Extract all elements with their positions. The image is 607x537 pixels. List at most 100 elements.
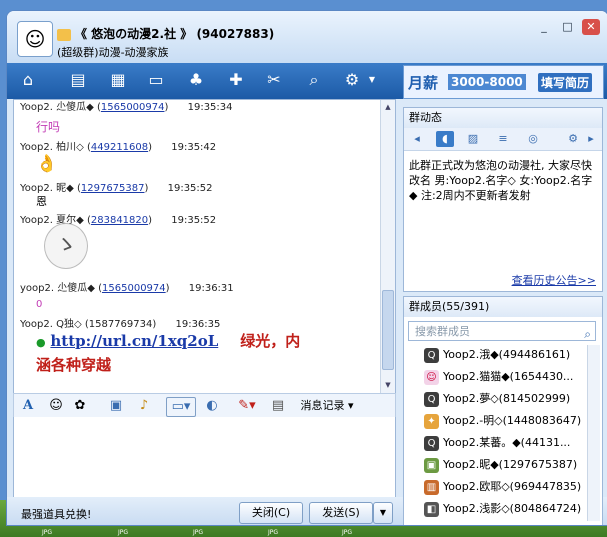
forward-icon[interactable]: ▸ [582, 131, 600, 147]
add-app-icon[interactable]: ✚ [223, 67, 249, 93]
title-bar[interactable]: ☺ 《 悠泡の动漫2.社 》 (94027883) (超级群)动漫-动漫家族 _… [7, 11, 607, 63]
group-chat-window: ☺ 《 悠泡の动漫2.社 》 (94027883) (超级群)动漫-动漫家族 _… [6, 10, 607, 526]
member-item[interactable]: ▥ Yoop2.欧耶◇(969447835) [424, 478, 581, 496]
screenshot-icon[interactable]: ▭▾ [166, 397, 196, 417]
close-button[interactable]: 关闭(C) [239, 502, 303, 524]
search-icon[interactable]: ⌕ [584, 324, 591, 344]
member-item[interactable]: ◧ Yoop2.浅影◇(804864724) [424, 500, 581, 518]
user-id-link[interactable]: 283841820 [91, 215, 148, 226]
user-id-link[interactable]: 1297675387 [81, 183, 145, 194]
message-header: Yoop2. 昵◆ (1297675387) 19:35:52 [20, 183, 213, 194]
home-icon[interactable]: ⌂ [15, 67, 41, 93]
scroll-thumb[interactable] [382, 290, 394, 370]
ad-salary: 3000-8000 [448, 74, 526, 90]
tool-icon[interactable]: ✎▾ [234, 397, 260, 415]
desktop-icon-label[interactable]: JPG [342, 529, 352, 536]
back-icon[interactable]: ◂ [408, 131, 426, 147]
promo-link[interactable]: 最强道具兑换! [21, 506, 91, 522]
desktop-icon-label[interactable]: JPG [268, 529, 278, 536]
ad-brand: 月薪 [408, 74, 439, 92]
message-history-button[interactable]: 消息记录 ▾ [292, 397, 362, 415]
shared-link[interactable]: http://url.cn/1xq2oL [50, 332, 218, 350]
member-item[interactable]: ✦ Yoop2.-明◇(1448083647) [424, 412, 581, 430]
user-id-link[interactable]: 1565000974 [102, 283, 166, 294]
group-icon [57, 28, 71, 41]
scroll-up-arrow[interactable]: ▲ [382, 101, 394, 113]
group-feed-panel: 群动态 ◂ ◖ ▨ ≡ ◎ ⚙ ▸ 此群正式改为悠泡の动漫社, 大家尽快改名 男… [403, 107, 603, 292]
chat-history[interactable]: Yoop2. 尐傻瓜◆ (1565000974) 19:35:34 行吗 Yoo… [13, 99, 396, 395]
image-icon[interactable]: ▣ [108, 397, 124, 415]
user-avatar-icon: Q [424, 391, 439, 407]
photo-icon[interactable]: ▨ [464, 131, 482, 147]
user-avatar-icon: ▣ [424, 457, 439, 473]
member-search-input[interactable]: 搜索群成员 ⌕ [408, 321, 596, 341]
window-title-text: 《 悠泡の动漫2.社 》 (94027883) [75, 27, 275, 41]
scroll-down-arrow[interactable]: ▼ [382, 379, 394, 391]
ad-banner[interactable]: 月薪 3000-8000 填写简历 [403, 65, 604, 99]
minimize-button[interactable]: _ [535, 19, 553, 35]
feed-tabs: ◂ ◖ ▨ ≡ ◎ ⚙ ▸ [404, 128, 602, 151]
magic-emoji-icon[interactable]: ✿ [72, 397, 88, 415]
member-item[interactable]: Q Yoop2.夢◇(814502999) [424, 390, 570, 408]
tools-icon[interactable]: ✂ [261, 67, 287, 93]
group-notice: 此群正式改为悠泡の动漫社, 大家尽快改名 男:Yoop2.名字◇ 女:Yoop2… [409, 159, 593, 202]
shake-icon[interactable]: ◐ [204, 397, 220, 415]
member-scrollbar[interactable] [587, 345, 600, 521]
shield-icon: ● [36, 336, 46, 349]
user-avatar-icon: ☺ [424, 369, 439, 385]
message-header: Yoop2. 尐傻瓜◆ (1565000974) 19:35:34 [20, 102, 233, 113]
desktop-icon-label[interactable]: JPG [193, 529, 203, 536]
message-header: yoop2. 尐傻瓜◆ (1565000974) 19:36:31 [20, 283, 234, 294]
message-input[interactable] [13, 417, 396, 498]
member-panel: 群成员(55/391) 搜索群成员 ⌕ Q Yoop2.涐◆(494486161) … [403, 296, 603, 525]
group-avatar[interactable]: ☺ [17, 21, 53, 57]
member-item[interactable]: ▣ Yoop2.昵◆(1297675387) [424, 456, 577, 474]
chevron-down-icon[interactable]: ▼ [369, 67, 375, 93]
panel-title: 群动态 [404, 108, 602, 128]
emoji-icon[interactable]: ☺ [48, 397, 64, 415]
history-link[interactable]: 查看历史公告>> [512, 272, 596, 288]
message-body: 恩 [36, 195, 47, 208]
hand-wave-emoji: 👌 [36, 154, 58, 174]
window-title: 《 悠泡の动漫2.社 》 (94027883) [57, 25, 274, 42]
member-item[interactable]: Q Yoop2.某蕃。◆(44131... [424, 434, 570, 452]
message-body: 0 [36, 299, 43, 310]
settings-icon[interactable]: ⚙ ▼ [339, 67, 375, 93]
app-icon[interactable]: ♣ [183, 67, 209, 93]
ad-cta[interactable]: 填写简历 [538, 73, 593, 92]
user-id-link[interactable]: 449211608 [91, 142, 148, 153]
main-toolbar: ⌂ ▤ ▦ ▭ ♣ ✚ ✂ ⌕ ⚙ ▼ 月薪 3000-8000 填写简历 [7, 63, 607, 99]
user-avatar-icon: ▥ [424, 479, 439, 495]
member-item[interactable]: ☺ Yoop2.猫猫◆(1654430... [424, 368, 573, 386]
sticker-image[interactable]: ゝ [44, 223, 88, 269]
user-avatar-icon: ◧ [424, 501, 439, 517]
settings-icon[interactable]: ⚙ [564, 131, 582, 147]
send-button[interactable]: 发送(S) [309, 502, 373, 524]
music-icon[interactable]: ♪ [136, 397, 152, 415]
link-message-text: 绿光，内 [240, 332, 301, 350]
send-options-button[interactable]: ▼ [373, 502, 393, 524]
member-count: 群成员(55/391) [404, 297, 602, 317]
chat-scrollbar[interactable]: ▲ ▼ [380, 100, 395, 394]
font-icon[interactable]: A [20, 397, 36, 415]
announcement-icon[interactable]: ◖ [436, 131, 454, 147]
search-icon[interactable]: ⌕ [301, 67, 327, 93]
user-avatar-icon: Q [424, 347, 439, 363]
close-window-button[interactable]: ✕ [582, 19, 600, 35]
folder-icon[interactable]: ▤ [65, 67, 91, 93]
desktop-icon-label[interactable]: JPG [118, 529, 128, 536]
share-icon[interactable]: ◎ [524, 131, 542, 147]
card-icon[interactable]: ▭ [143, 67, 169, 93]
album-icon[interactable]: ▦ [105, 67, 131, 93]
window-controls: _ □ ✕ [533, 19, 600, 35]
message-header: Yoop2. 柏川◇ (449211608) 19:35:42 [20, 142, 217, 153]
maximize-button[interactable]: □ [559, 19, 577, 35]
list-icon[interactable]: ≡ [494, 131, 512, 147]
member-item[interactable]: Q Yoop2.涐◆(494486161) [424, 346, 570, 364]
history-icon[interactable]: ▤ [270, 397, 286, 415]
user-avatar-icon: Q [424, 435, 439, 451]
user-id-link[interactable]: 1565000974 [101, 102, 165, 113]
desktop-icon-label[interactable]: JPG [42, 529, 52, 536]
message-header: Yoop2. Q独◇ (1587769734) 19:36:35 [20, 319, 221, 330]
message-body: 行吗 [36, 120, 61, 134]
